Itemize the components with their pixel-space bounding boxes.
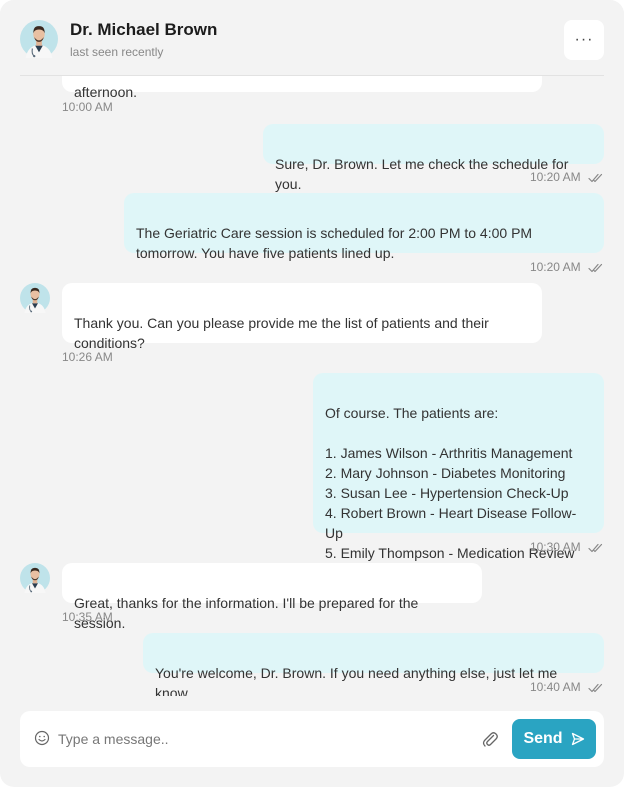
message-text: Great, thanks for the information. I'll …: [74, 595, 419, 631]
chat-window: Dr. Michael Brown last seen recently ···…: [0, 0, 624, 787]
message-bubble-incoming: afternoon.: [62, 76, 542, 100]
contact-avatar[interactable]: [20, 20, 58, 58]
chat-header: Dr. Michael Brown last seen recently ···: [0, 0, 624, 76]
more-options-button[interactable]: ···: [564, 20, 604, 60]
message-meta: 10:20 AM: [530, 170, 604, 184]
double-check-icon: [588, 543, 604, 553]
message-meta: 10:20 AM: [530, 260, 604, 274]
message-meta: 10:30 AM: [530, 540, 604, 554]
contact-avatar-small: [20, 563, 50, 593]
message-time: 10:35 AM: [62, 610, 113, 624]
message-text: Thank you. Can you please provide me the…: [74, 315, 489, 351]
message-bubble-outgoing: Sure, Dr. Brown. Let me check the schedu…: [263, 124, 604, 192]
message-bubble-outgoing: You're welcome, Dr. Brown. If you need a…: [143, 633, 604, 696]
message-time: 10:40 AM: [529, 680, 581, 694]
message-time: 10:20 AM: [529, 170, 581, 184]
message-time: 10:30 AM: [529, 540, 581, 554]
message-composer: Send: [20, 711, 604, 767]
message-bubble-outgoing: The Geriatric Care session is scheduled …: [124, 193, 604, 261]
message-text: Sure, Dr. Brown. Let me check the schedu…: [275, 156, 569, 192]
contact-status: last seen recently: [70, 45, 164, 59]
double-check-icon: [588, 263, 604, 273]
contact-avatar-small: [20, 283, 50, 313]
message-list[interactable]: afternoon. 10:00 AM Sure, Dr. Brown. Let…: [0, 76, 624, 696]
double-check-icon: [588, 173, 604, 183]
message-time: 10:26 AM: [62, 350, 113, 364]
smiley-icon[interactable]: [34, 730, 50, 746]
send-button[interactable]: Send: [512, 719, 596, 759]
message-text: You're welcome, Dr. Brown. If you need a…: [155, 665, 558, 696]
message-bubble-incoming: Thank you. Can you please provide me the…: [62, 283, 542, 351]
message-bubble-outgoing: Of course. The patients are: 1. James Wi…: [313, 373, 604, 561]
message-text: The Geriatric Care session is scheduled …: [136, 225, 533, 261]
send-label: Send: [523, 730, 563, 747]
message-time: 10:00 AM: [62, 100, 113, 114]
message-time: 10:20 AM: [529, 260, 581, 274]
message-input[interactable]: [58, 725, 458, 753]
more-dots-icon: ···: [574, 31, 594, 48]
message-bubble-incoming: Great, thanks for the information. I'll …: [62, 563, 482, 631]
header-divider: [20, 75, 604, 76]
message-text: afternoon.: [74, 84, 138, 100]
double-check-icon: [588, 683, 604, 693]
message-text: Of course. The patients are: 1. James Wi…: [325, 405, 577, 561]
paperclip-icon[interactable]: [481, 730, 499, 748]
send-arrow-icon: [571, 732, 584, 746]
contact-name: Dr. Michael Brown: [70, 20, 218, 39]
message-meta: 10:40 AM: [530, 680, 604, 694]
